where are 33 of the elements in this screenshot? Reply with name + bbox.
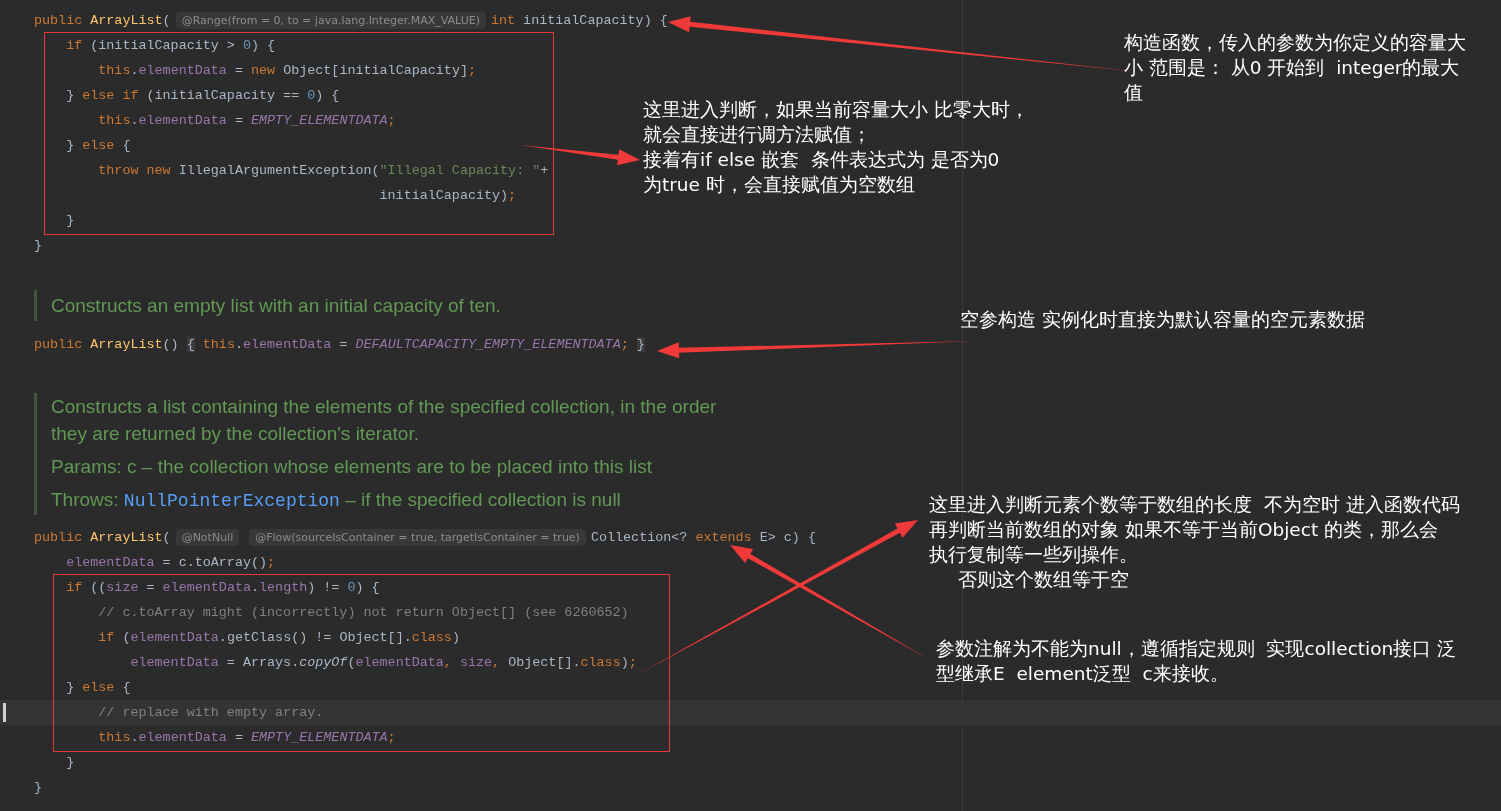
doc-text: Params: c – the collection whose elements are to be placed into this list — [51, 456, 652, 477]
code-line: if (elementData.getClass() != Object[].class) — [97, 629, 460, 647]
code-line: public ArrayList( @Range(from = 0, to = java.lang.Integer.MAX_VALUE) int initialCapacity) { — [34, 11, 668, 31]
doc-text: Constructs an empty list with an initial capacity of ten. — [51, 295, 501, 316]
doc-text: Throws: NullPointerException – if the specified collection is null — [51, 489, 621, 510]
annotation-text: 参数注解为不能为null，遵循指定规则 实现collection接口 泛 型继承E element泛型 c来接收。 — [936, 637, 1457, 686]
code-line: } — [65, 754, 75, 772]
annotation-text: 这里进入判断，如果当前容量大小 比零大时， 就会直接进行调方法赋值； 接着有if else 嵌套 条件表达式为 是否为0 为true 时，会直接赋值为空数组 — [643, 98, 1029, 197]
code-line: } else { — [65, 679, 131, 697]
code-line: if (initialCapacity > 0) { — [65, 37, 276, 55]
code-line: } else if (initialCapacity == 0) { — [65, 87, 340, 105]
code-line: this.elementData = new Object[initialCapacity]; — [97, 62, 476, 80]
doc-text: they are returned by the collection's iterator. — [51, 423, 419, 444]
annotation-text: 空参构造 实例化时直接为默认容量的空元素数据 — [960, 308, 1365, 332]
code-line: if ((size = elementData.length) != 0) { — [65, 579, 380, 597]
annotation-text: 构造函数，传入的参数为你定义的容量大 小 范围是： 从0 开始到 integer的最大 值 — [1124, 31, 1466, 105]
code-line: } — [65, 212, 75, 230]
code-line: } else { — [65, 137, 131, 155]
code-line: elementData = c.toArray(); — [65, 554, 276, 572]
doc-text: Constructs a list containing the elements of the specified collection, in the order — [51, 396, 717, 417]
code-line: // c.toArray might (incorrectly) not return Object[] (see 6260652) — [97, 604, 629, 622]
code-line: } — [34, 237, 43, 255]
code-line: } — [34, 779, 43, 797]
code-line: initialCapacity); — [378, 187, 517, 205]
annotation-text: 这里进入判断元素个数等于数组的长度 不为空时 进入函数代码 再判断当前数组的对象 如果不等于当前Object 的类，那么会 执行复制等一些列操作。 否则这个数组等于空 — [929, 493, 1460, 592]
code-line: elementData = Arrays.copyOf(elementData, size, Object[].class); — [129, 654, 637, 672]
code-line: this.elementData = EMPTY_ELEMENTDATA; — [97, 112, 396, 130]
code-line: public ArrayList() { this.elementData = DEFAULTCAPACITY_EMPTY_ELEMENTDATA; } — [34, 336, 645, 354]
code-line: throw new IllegalArgumentException("Illegal Capacity: "+ — [97, 162, 549, 180]
code-line: this.elementData = EMPTY_ELEMENTDATA; — [97, 729, 396, 747]
text-caret — [3, 703, 6, 722]
code-line: public ArrayList( @NotNull @Flow(sourceIsContainer = true, targetIsContainer = true) Collection<? extends E> c) { — [34, 528, 816, 548]
doc-link[interactable]: NullPointerException — [123, 491, 340, 511]
